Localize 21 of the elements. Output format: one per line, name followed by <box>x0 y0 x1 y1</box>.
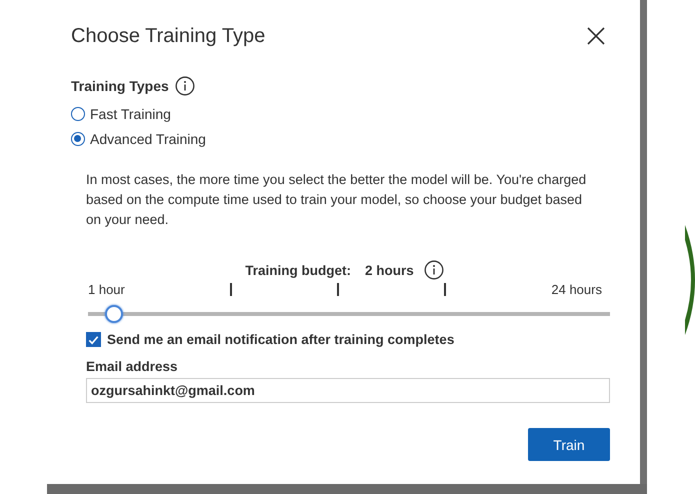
slider-tick <box>230 283 232 296</box>
close-icon[interactable] <box>587 27 605 45</box>
checkbox[interactable] <box>86 332 101 347</box>
slider-min-label: 1 hour <box>88 282 125 297</box>
slider-thumb[interactable] <box>105 305 124 323</box>
info-icon[interactable] <box>174 76 195 96</box>
section-label: Training Types <box>71 78 169 94</box>
slider-tick <box>444 283 446 296</box>
info-icon[interactable] <box>424 260 444 280</box>
description-text: In most cases, the more time you select the better the model will be. You're charged based on the compute time used to train your model, so choose your budget based on your need. <box>86 171 588 229</box>
dialog-title: Choose Training Type <box>71 24 266 48</box>
checkbox-label: Send me an email notification after training completes <box>107 332 454 347</box>
radio-option[interactable]: Fast Training <box>71 104 603 123</box>
slider-max-label: 24 hours <box>551 282 602 297</box>
slider-tick <box>337 283 339 296</box>
radio-option[interactable]: Advanced Training <box>71 129 603 148</box>
train-button[interactable]: Train <box>528 428 610 461</box>
field-label: Email address <box>86 359 179 374</box>
budget-label: Training budget: <box>245 262 351 278</box>
email-field[interactable]: ozgursahinkt@gmail.com <box>86 378 610 403</box>
budget-value: 2 hours <box>364 262 414 278</box>
